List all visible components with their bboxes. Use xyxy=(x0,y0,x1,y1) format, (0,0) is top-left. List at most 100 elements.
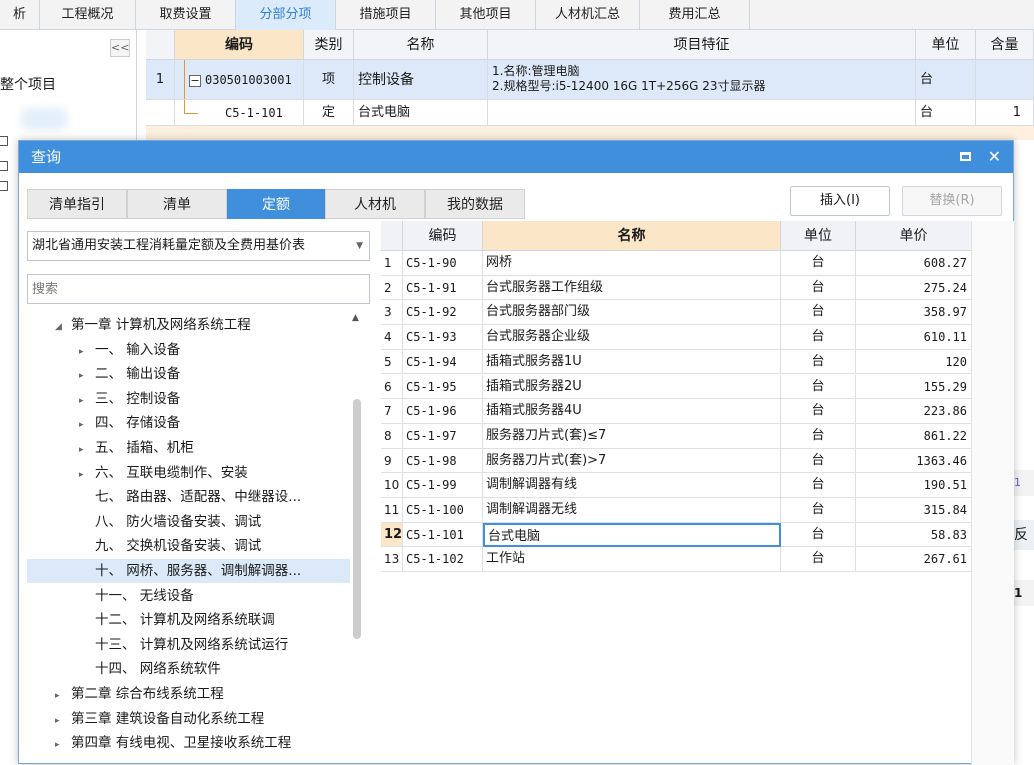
quota-row-price[interactable]: 58.83 xyxy=(856,522,972,548)
quota-row-price[interactable]: 120 xyxy=(856,349,972,375)
quota-row-name[interactable]: 台式服务器企业级 xyxy=(483,325,781,350)
grid-header-unit[interactable]: 单位 xyxy=(916,30,976,60)
row-feature[interactable] xyxy=(488,100,916,126)
quota-row-unit[interactable]: 台 xyxy=(781,349,856,375)
quota-row-price[interactable]: 190.51 xyxy=(856,473,972,498)
quota-row-code[interactable]: C5-1-91 xyxy=(403,275,483,301)
quota-row-unit[interactable]: 台 xyxy=(781,448,856,474)
expand-arrow-icon[interactable]: ▸ xyxy=(55,709,71,733)
quota-row-num[interactable]: 8 xyxy=(381,423,403,449)
quota-row-code[interactable]: C5-1-95 xyxy=(403,374,483,400)
tab-list[interactable]: 清单 xyxy=(127,189,227,219)
search-input[interactable] xyxy=(27,274,370,304)
quota-row-price[interactable]: 223.86 xyxy=(856,399,972,424)
tree-node[interactable]: ▸ 第四章 有线电视、卫星接收系统工程 xyxy=(27,731,350,755)
quota-row-code[interactable]: C5-1-98 xyxy=(403,448,483,474)
expand-arrow-icon[interactable]: ▸ xyxy=(79,389,95,413)
tab-my-data[interactable]: 我的数据 xyxy=(425,189,525,219)
tree-node[interactable]: ▸ 三、 控制设备 xyxy=(27,387,350,411)
tab-list-guide[interactable]: 清单指引 xyxy=(27,189,127,219)
quota-row-name[interactable]: 服务器刀片式(套)≤7 xyxy=(483,423,781,449)
quota-header-price[interactable]: 单价 xyxy=(856,221,972,251)
row-unit[interactable]: 台 xyxy=(916,60,976,100)
row-code-cell[interactable]: −030501003001 xyxy=(175,60,304,100)
quota-row-price[interactable]: 608.27 xyxy=(856,251,972,276)
quota-row-code[interactable]: C5-1-90 xyxy=(403,251,483,276)
expand-arrow-icon[interactable]: ▸ xyxy=(55,733,71,757)
row-type[interactable]: 项 xyxy=(304,60,354,100)
tree-node[interactable]: 七、 路由器、适配器、中继器设... xyxy=(27,485,350,509)
quota-row-name[interactable]: 调制解调器无线 xyxy=(483,498,781,523)
tab-sub-items[interactable]: 分部分项 xyxy=(236,0,336,30)
row-quantity[interactable] xyxy=(976,60,1034,100)
quota-row-num[interactable]: 10 xyxy=(381,473,403,498)
expand-arrow-icon[interactable]: ▸ xyxy=(79,364,95,388)
quota-row-name[interactable]: 插箱式服务器1U xyxy=(483,349,781,375)
quota-row-price[interactable]: 358.97 xyxy=(856,300,972,326)
quota-row-num[interactable]: 3 xyxy=(381,300,403,326)
tab-analysis[interactable]: 析 xyxy=(0,0,40,30)
row-name[interactable]: 台式电脑 xyxy=(354,100,488,126)
quota-row-unit[interactable]: 台 xyxy=(781,423,856,449)
quota-row-unit[interactable]: 台 xyxy=(781,251,856,276)
quota-row-num[interactable]: 1 xyxy=(381,251,403,276)
quota-row-num[interactable]: 5 xyxy=(381,349,403,375)
tree-node[interactable]: 八、 防火墙设备安装、调试 xyxy=(27,510,350,534)
quota-row-unit[interactable]: 台 xyxy=(781,399,856,424)
tree-node[interactable]: ▸ 二、 输出设备 xyxy=(27,362,350,386)
quota-row-price[interactable]: 610.11 xyxy=(856,325,972,350)
expand-arrow-icon[interactable]: ▸ xyxy=(79,340,95,364)
tab-measures[interactable]: 措施项目 xyxy=(336,0,436,30)
grid-header-quantity[interactable]: 含量 xyxy=(976,30,1034,60)
quota-row-name[interactable]: 台式服务器部门级 xyxy=(483,300,781,326)
quota-row-price[interactable]: 315.84 xyxy=(856,498,972,523)
quota-header-unit[interactable]: 单位 xyxy=(781,221,856,251)
quota-row-num[interactable]: 12 xyxy=(381,522,403,548)
quota-row-unit[interactable]: 台 xyxy=(781,275,856,301)
quota-row-code[interactable]: C5-1-94 xyxy=(403,349,483,375)
quota-row-num[interactable]: 2 xyxy=(381,275,403,301)
tree-node[interactable]: 十三、 计算机及网络系统试运行 xyxy=(27,633,350,657)
tree-node[interactable]: ▸ 四、 存储设备 xyxy=(27,411,350,435)
collapse-panel-button[interactable]: << xyxy=(110,39,130,57)
quota-row-code[interactable]: C5-1-100 xyxy=(403,498,483,523)
row-code-cell[interactable]: C5-1-101 xyxy=(175,100,304,126)
whole-project-node[interactable]: 整个项目 xyxy=(0,74,56,94)
row-feature[interactable]: 1.名称:管理电脑 2.规格型号:i5-12400 16G 1T+256G 23… xyxy=(488,60,916,100)
expanded-arrow-icon[interactable]: ◢ xyxy=(55,315,71,339)
quota-row-unit[interactable]: 台 xyxy=(781,325,856,350)
quota-row-unit[interactable]: 台 xyxy=(781,522,856,548)
quota-row-code[interactable]: C5-1-101 xyxy=(403,522,483,548)
row-quantity[interactable]: 1 xyxy=(976,100,1034,126)
quota-row-price[interactable]: 155.29 xyxy=(856,374,972,400)
quota-header-name[interactable]: 名称 xyxy=(483,221,781,251)
quota-row-num[interactable]: 9 xyxy=(381,448,403,474)
quota-row-num[interactable]: 13 xyxy=(381,547,403,573)
quota-row-price[interactable]: 1363.46 xyxy=(856,448,972,474)
close-icon[interactable]: ✕ xyxy=(988,141,1001,173)
tab-other-items[interactable]: 其他项目 xyxy=(436,0,536,30)
quota-row-price[interactable]: 267.61 xyxy=(856,547,972,573)
quota-row-num[interactable]: 11 xyxy=(381,498,403,523)
quota-row-name[interactable]: 插箱式服务器4U xyxy=(483,399,781,424)
quota-row-code[interactable]: C5-1-93 xyxy=(403,325,483,350)
tree-node[interactable]: 十二、 计算机及网络系统联调 xyxy=(27,608,350,632)
quota-row-name[interactable]: 台式服务器工作组级 xyxy=(483,275,781,301)
row-type[interactable]: 定 xyxy=(304,100,354,126)
expand-arrow-icon[interactable]: ▸ xyxy=(79,413,95,437)
tree-node[interactable]: ▸ 第三章 建筑设备自动化系统工程 xyxy=(27,707,350,731)
quota-row-name[interactable]: 网桥 xyxy=(483,251,781,276)
tree-node[interactable]: ◢ 第一章 计算机及网络系统工程 xyxy=(27,313,350,337)
quota-row-price[interactable]: 861.22 xyxy=(856,423,972,449)
quota-row-code[interactable]: C5-1-99 xyxy=(403,473,483,498)
expand-arrow-icon[interactable]: ▸ xyxy=(55,684,71,708)
grid-header-feature[interactable]: 项目特征 xyxy=(488,30,916,60)
tab-quota[interactable]: 定额 xyxy=(227,189,325,219)
quota-row-unit[interactable]: 台 xyxy=(781,498,856,523)
tree-node[interactable]: ▸ 第二章 综合布线系统工程 xyxy=(27,682,350,706)
tab-labor-material-summary[interactable]: 人材机汇总 xyxy=(536,0,640,30)
tab-cost-summary[interactable]: 费用汇总 xyxy=(640,0,750,30)
tab-project-overview[interactable]: 工程概况 xyxy=(40,0,136,30)
row-unit[interactable]: 台 xyxy=(916,100,976,126)
quota-row-code[interactable]: C5-1-97 xyxy=(403,423,483,449)
